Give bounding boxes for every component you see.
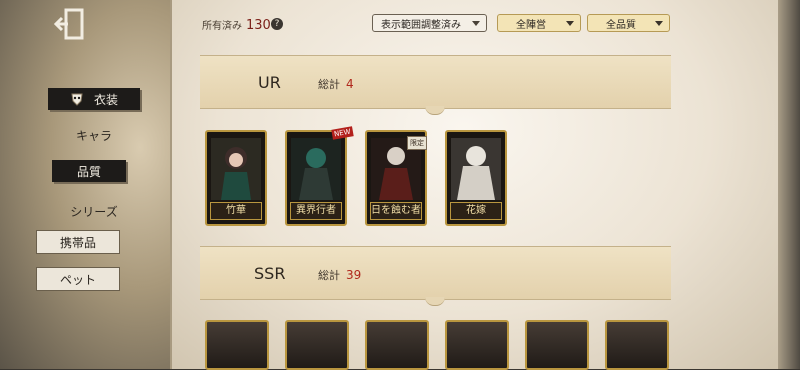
sidebar-item-label: シリーズ (70, 204, 118, 219)
owned-count: 所有済み 130 (202, 17, 271, 33)
chevron-down-icon (566, 21, 574, 26)
tier-banner-ur: UR 総計 4 (200, 55, 671, 115)
tier-total-count: 39 (346, 268, 362, 282)
quality-filter-dropdown[interactable]: 全品質 (587, 14, 670, 32)
tier-total: 総計 39 (318, 267, 361, 283)
costume-card[interactable]: 花嫁 (445, 130, 507, 226)
sidebar-item-label: 衣装 (93, 92, 118, 107)
character-portrait-icon (211, 138, 261, 200)
panel-edge (778, 0, 800, 369)
help-icon[interactable]: ? (271, 18, 283, 30)
tier-name: UR (258, 73, 281, 92)
costume-card[interactable]: 限定 日を蝕む者 (365, 130, 427, 226)
sidebar-item-quality[interactable]: 品質 (52, 160, 126, 182)
character-portrait-icon (451, 138, 501, 200)
tier-name: SSR (254, 264, 286, 283)
costume-card[interactable] (205, 320, 269, 370)
tier-total-count: 4 (346, 77, 354, 91)
owned-label: 所有済み (202, 21, 242, 32)
sidebar-item-costume[interactable]: 衣装 (48, 88, 140, 110)
owned-number: 130 (246, 18, 271, 33)
chevron-down-icon (655, 21, 663, 26)
mask-icon (71, 93, 83, 106)
card-name: 日を蝕む者 (370, 202, 422, 220)
camp-filter-dropdown[interactable]: 全陣営 (497, 14, 581, 32)
tier-total-label: 総計 (318, 269, 340, 282)
costume-card[interactable] (365, 320, 429, 370)
tier-banner-ssr: SSR 総計 39 (200, 246, 671, 306)
costume-card[interactable] (445, 320, 509, 370)
sidebar-item-label: 携帯品 (59, 235, 96, 250)
sidebar-item-accessories[interactable]: 携帯品 (36, 230, 120, 254)
sidebar-item-label: ペット (59, 272, 96, 287)
sidebar-item-pet[interactable]: ペット (36, 267, 120, 291)
sidebar-item-series[interactable]: シリーズ (48, 200, 140, 222)
costume-card[interactable] (285, 320, 349, 370)
sidebar-item-label: 品質 (76, 164, 101, 179)
limited-badge: 限定 (407, 136, 427, 150)
sidebar-item-label: キャラ (75, 128, 112, 143)
camp-filter-label: 全陣営 (516, 19, 546, 31)
range-filter-dropdown[interactable]: 表示範囲調整済み (372, 14, 487, 32)
costume-card[interactable] (525, 320, 589, 370)
costume-card[interactable] (605, 320, 669, 370)
range-filter-label: 表示範囲調整済み (381, 19, 461, 31)
card-name: 竹華 (210, 202, 262, 220)
tier-total-label: 総計 (318, 78, 340, 91)
chevron-down-icon (472, 21, 480, 26)
quality-filter-label: 全品質 (606, 19, 636, 31)
card-name: 花嫁 (450, 202, 502, 220)
exit-door-icon[interactable] (52, 6, 88, 42)
sidebar-item-character[interactable]: キャラ (48, 124, 140, 146)
card-name: 異界行者 (290, 202, 342, 220)
costume-card[interactable]: NEW 異界行者 (285, 126, 354, 226)
tier-total: 総計 4 (318, 76, 354, 92)
costume-card[interactable]: 竹華 (205, 130, 267, 226)
character-portrait-icon (291, 138, 341, 200)
